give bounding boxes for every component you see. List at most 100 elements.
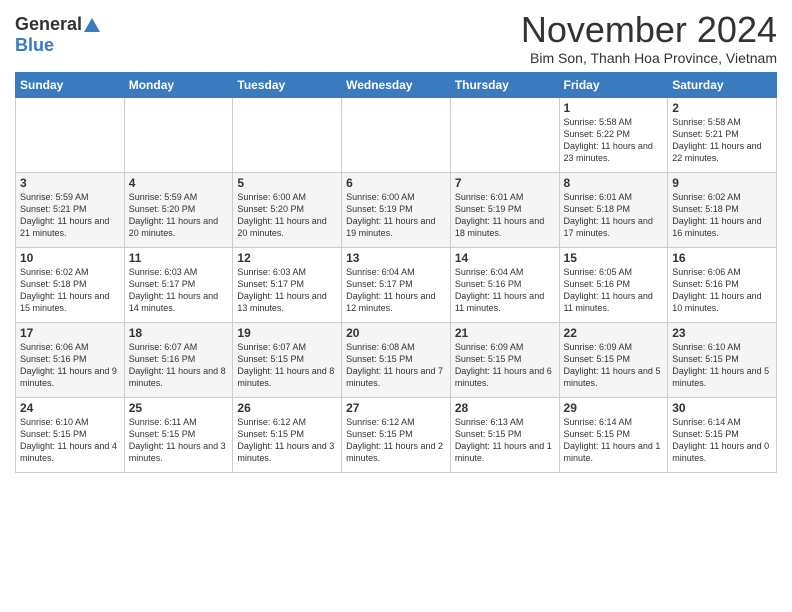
title-section: November 2024 Bim Son, Thanh Hoa Provinc… <box>521 10 777 66</box>
calendar-day-cell: 23Sunrise: 6:10 AM Sunset: 5:15 PM Dayli… <box>668 322 777 397</box>
calendar-header-cell: Sunday <box>16 72 125 97</box>
day-info: Sunrise: 5:58 AM Sunset: 5:21 PM Dayligh… <box>672 116 772 165</box>
calendar-day-cell: 3Sunrise: 5:59 AM Sunset: 5:21 PM Daylig… <box>16 172 125 247</box>
day-number: 12 <box>237 251 337 265</box>
day-number: 26 <box>237 401 337 415</box>
calendar-week-row: 17Sunrise: 6:06 AM Sunset: 5:16 PM Dayli… <box>16 322 777 397</box>
calendar-day-cell: 21Sunrise: 6:09 AM Sunset: 5:15 PM Dayli… <box>450 322 559 397</box>
calendar-day-cell: 30Sunrise: 6:14 AM Sunset: 5:15 PM Dayli… <box>668 397 777 472</box>
day-number: 7 <box>455 176 555 190</box>
calendar-day-cell: 8Sunrise: 6:01 AM Sunset: 5:18 PM Daylig… <box>559 172 668 247</box>
day-number: 17 <box>20 326 120 340</box>
day-info: Sunrise: 6:09 AM Sunset: 5:15 PM Dayligh… <box>455 341 555 390</box>
day-number: 10 <box>20 251 120 265</box>
calendar-day-cell <box>16 97 125 172</box>
day-number: 9 <box>672 176 772 190</box>
day-info: Sunrise: 6:06 AM Sunset: 5:16 PM Dayligh… <box>20 341 120 390</box>
day-info: Sunrise: 6:02 AM Sunset: 5:18 PM Dayligh… <box>20 266 120 315</box>
calendar-day-cell: 20Sunrise: 6:08 AM Sunset: 5:15 PM Dayli… <box>342 322 451 397</box>
day-number: 16 <box>672 251 772 265</box>
day-number: 24 <box>20 401 120 415</box>
day-info: Sunrise: 6:12 AM Sunset: 5:15 PM Dayligh… <box>346 416 446 465</box>
day-number: 11 <box>129 251 229 265</box>
calendar-header-cell: Saturday <box>668 72 777 97</box>
page-header: General Blue November 2024 Bim Son, Than… <box>15 10 777 66</box>
day-info: Sunrise: 6:11 AM Sunset: 5:15 PM Dayligh… <box>129 416 229 465</box>
day-number: 2 <box>672 101 772 115</box>
day-number: 21 <box>455 326 555 340</box>
calendar-header-cell: Monday <box>124 72 233 97</box>
calendar-day-cell: 28Sunrise: 6:13 AM Sunset: 5:15 PM Dayli… <box>450 397 559 472</box>
day-info: Sunrise: 6:03 AM Sunset: 5:17 PM Dayligh… <box>129 266 229 315</box>
calendar-day-cell: 18Sunrise: 6:07 AM Sunset: 5:16 PM Dayli… <box>124 322 233 397</box>
logo-blue-text: Blue <box>15 35 54 56</box>
day-number: 22 <box>564 326 664 340</box>
day-info: Sunrise: 6:01 AM Sunset: 5:18 PM Dayligh… <box>564 191 664 240</box>
day-info: Sunrise: 6:01 AM Sunset: 5:19 PM Dayligh… <box>455 191 555 240</box>
day-number: 25 <box>129 401 229 415</box>
logo-general-text: General <box>15 14 82 35</box>
day-number: 3 <box>20 176 120 190</box>
calendar-day-cell: 2Sunrise: 5:58 AM Sunset: 5:21 PM Daylig… <box>668 97 777 172</box>
day-number: 19 <box>237 326 337 340</box>
calendar-day-cell: 15Sunrise: 6:05 AM Sunset: 5:16 PM Dayli… <box>559 247 668 322</box>
calendar-day-cell <box>124 97 233 172</box>
day-info: Sunrise: 6:04 AM Sunset: 5:16 PM Dayligh… <box>455 266 555 315</box>
calendar-week-row: 1Sunrise: 5:58 AM Sunset: 5:22 PM Daylig… <box>16 97 777 172</box>
day-info: Sunrise: 6:10 AM Sunset: 5:15 PM Dayligh… <box>672 341 772 390</box>
day-info: Sunrise: 5:59 AM Sunset: 5:21 PM Dayligh… <box>20 191 120 240</box>
calendar-day-cell: 16Sunrise: 6:06 AM Sunset: 5:16 PM Dayli… <box>668 247 777 322</box>
day-info: Sunrise: 6:12 AM Sunset: 5:15 PM Dayligh… <box>237 416 337 465</box>
calendar-day-cell: 11Sunrise: 6:03 AM Sunset: 5:17 PM Dayli… <box>124 247 233 322</box>
day-info: Sunrise: 6:06 AM Sunset: 5:16 PM Dayligh… <box>672 266 772 315</box>
day-number: 18 <box>129 326 229 340</box>
day-number: 29 <box>564 401 664 415</box>
day-info: Sunrise: 6:05 AM Sunset: 5:16 PM Dayligh… <box>564 266 664 315</box>
calendar-day-cell: 24Sunrise: 6:10 AM Sunset: 5:15 PM Dayli… <box>16 397 125 472</box>
calendar-day-cell: 12Sunrise: 6:03 AM Sunset: 5:17 PM Dayli… <box>233 247 342 322</box>
day-number: 27 <box>346 401 446 415</box>
calendar-header-row: SundayMondayTuesdayWednesdayThursdayFrid… <box>16 72 777 97</box>
calendar-header-cell: Friday <box>559 72 668 97</box>
calendar-day-cell: 5Sunrise: 6:00 AM Sunset: 5:20 PM Daylig… <box>233 172 342 247</box>
day-info: Sunrise: 6:13 AM Sunset: 5:15 PM Dayligh… <box>455 416 555 465</box>
month-title: November 2024 <box>521 10 777 50</box>
day-info: Sunrise: 6:14 AM Sunset: 5:15 PM Dayligh… <box>672 416 772 465</box>
day-info: Sunrise: 6:10 AM Sunset: 5:15 PM Dayligh… <box>20 416 120 465</box>
calendar-day-cell: 6Sunrise: 6:00 AM Sunset: 5:19 PM Daylig… <box>342 172 451 247</box>
day-number: 14 <box>455 251 555 265</box>
day-info: Sunrise: 6:08 AM Sunset: 5:15 PM Dayligh… <box>346 341 446 390</box>
calendar-day-cell <box>233 97 342 172</box>
calendar-header-cell: Thursday <box>450 72 559 97</box>
day-info: Sunrise: 6:00 AM Sunset: 5:20 PM Dayligh… <box>237 191 337 240</box>
calendar-day-cell: 13Sunrise: 6:04 AM Sunset: 5:17 PM Dayli… <box>342 247 451 322</box>
calendar-day-cell: 27Sunrise: 6:12 AM Sunset: 5:15 PM Dayli… <box>342 397 451 472</box>
day-info: Sunrise: 5:58 AM Sunset: 5:22 PM Dayligh… <box>564 116 664 165</box>
day-number: 30 <box>672 401 772 415</box>
logo: General Blue <box>15 14 100 56</box>
day-number: 15 <box>564 251 664 265</box>
calendar-day-cell: 25Sunrise: 6:11 AM Sunset: 5:15 PM Dayli… <box>124 397 233 472</box>
day-info: Sunrise: 6:14 AM Sunset: 5:15 PM Dayligh… <box>564 416 664 465</box>
calendar-day-cell <box>450 97 559 172</box>
day-number: 1 <box>564 101 664 115</box>
day-info: Sunrise: 6:07 AM Sunset: 5:16 PM Dayligh… <box>129 341 229 390</box>
calendar-day-cell <box>342 97 451 172</box>
day-info: Sunrise: 6:03 AM Sunset: 5:17 PM Dayligh… <box>237 266 337 315</box>
calendar-day-cell: 1Sunrise: 5:58 AM Sunset: 5:22 PM Daylig… <box>559 97 668 172</box>
calendar-table: SundayMondayTuesdayWednesdayThursdayFrid… <box>15 72 777 473</box>
day-number: 8 <box>564 176 664 190</box>
calendar-day-cell: 9Sunrise: 6:02 AM Sunset: 5:18 PM Daylig… <box>668 172 777 247</box>
calendar-day-cell: 4Sunrise: 5:59 AM Sunset: 5:20 PM Daylig… <box>124 172 233 247</box>
day-number: 20 <box>346 326 446 340</box>
calendar-week-row: 24Sunrise: 6:10 AM Sunset: 5:15 PM Dayli… <box>16 397 777 472</box>
day-info: Sunrise: 6:07 AM Sunset: 5:15 PM Dayligh… <box>237 341 337 390</box>
calendar-day-cell: 26Sunrise: 6:12 AM Sunset: 5:15 PM Dayli… <box>233 397 342 472</box>
calendar-week-row: 3Sunrise: 5:59 AM Sunset: 5:21 PM Daylig… <box>16 172 777 247</box>
calendar-day-cell: 22Sunrise: 6:09 AM Sunset: 5:15 PM Dayli… <box>559 322 668 397</box>
calendar-day-cell: 19Sunrise: 6:07 AM Sunset: 5:15 PM Dayli… <box>233 322 342 397</box>
calendar-body: 1Sunrise: 5:58 AM Sunset: 5:22 PM Daylig… <box>16 97 777 472</box>
day-number: 4 <box>129 176 229 190</box>
day-info: Sunrise: 6:04 AM Sunset: 5:17 PM Dayligh… <box>346 266 446 315</box>
day-info: Sunrise: 6:00 AM Sunset: 5:19 PM Dayligh… <box>346 191 446 240</box>
